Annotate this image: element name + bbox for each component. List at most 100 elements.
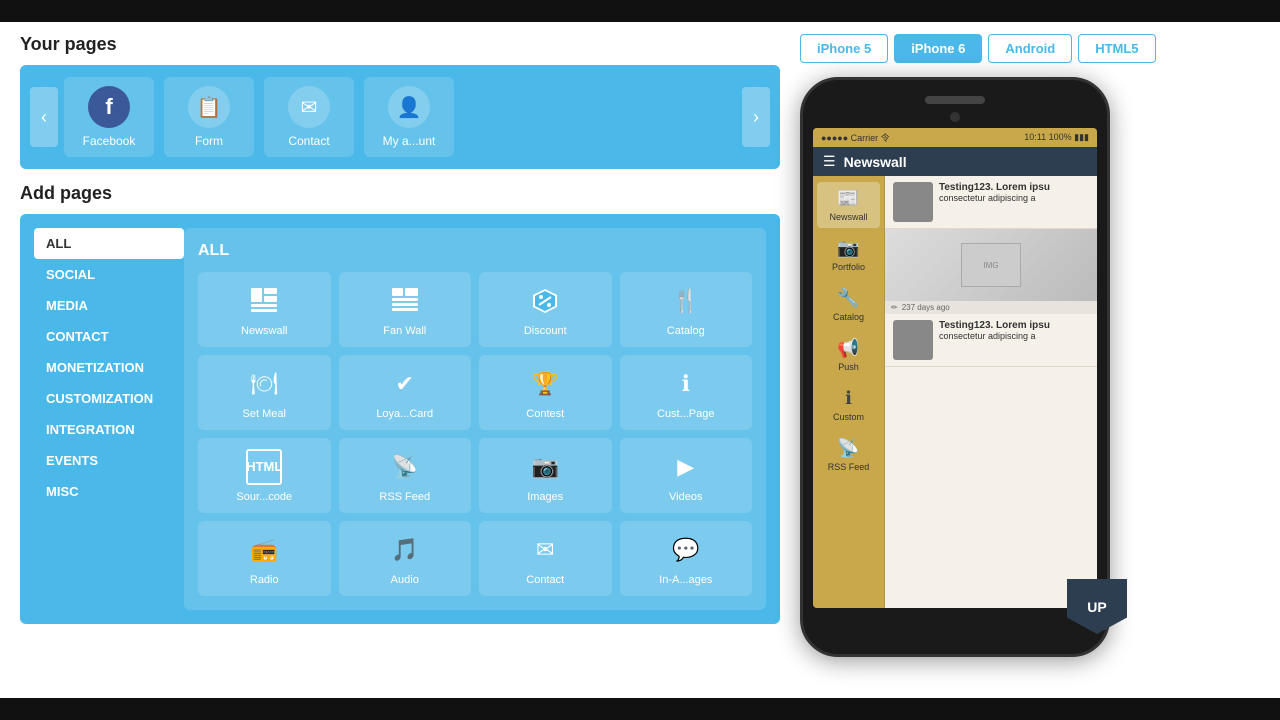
sidebar-push-icon: 📢: [837, 338, 859, 359]
facebook-icon: f: [88, 86, 130, 128]
app-loyaltycard[interactable]: ✔ Loya...Card: [339, 355, 472, 430]
app-radio[interactable]: 📻 Radio: [198, 521, 331, 596]
apps-grid: Newswall Fan Wall: [198, 272, 752, 596]
category-integration[interactable]: INTEGRATION: [34, 414, 184, 445]
setmeal-icon: 🍽: [246, 366, 282, 402]
content-subtitle-3: consectetur adipiscing a: [939, 331, 1050, 341]
app-custompage[interactable]: ℹ Cust...Page: [620, 355, 753, 430]
up-label: UP: [1087, 599, 1106, 615]
phone-mockup: ●●●●● Carrier 令 10:11 100% ▮▮▮ ☰ Newswal…: [800, 77, 1110, 657]
videos-icon: ▶: [668, 449, 704, 485]
tab-html5[interactable]: HTML5: [1078, 34, 1155, 63]
timestamp-bar: ✏ 237 days ago: [885, 301, 1097, 314]
content-text-3: Testing123. Lorem ipsu consectetur adipi…: [939, 320, 1050, 360]
your-pages-container: ‹ f Facebook 📋 Form ✉ Contact: [20, 65, 780, 169]
content-thumb-3: [893, 320, 933, 360]
phone-screen: ●●●●● Carrier 令 10:11 100% ▮▮▮ ☰ Newswal…: [813, 128, 1097, 608]
sidebar-newswall-icon: 📰: [837, 188, 859, 209]
sidebar-portfolio-icon: 📷: [837, 238, 859, 259]
app-audio[interactable]: 🎵 Audio: [339, 521, 472, 596]
page-item-facebook[interactable]: f Facebook: [64, 77, 154, 157]
app-inapp[interactable]: 💬 In-A...ages: [620, 521, 753, 596]
sidebar-catalog-icon: 🔧: [837, 288, 859, 309]
content-thumb-1: [893, 182, 933, 222]
fanwall-icon: [387, 283, 423, 319]
app-rssfeed[interactable]: 📡 RSS Feed: [339, 438, 472, 513]
app-newswall[interactable]: Newswall: [198, 272, 331, 347]
device-tabs: iPhone 5 iPhone 6 Android HTML5: [800, 34, 1260, 63]
black-bar-bottom: [0, 698, 1280, 720]
contact-icon: ✉: [288, 86, 330, 128]
category-social[interactable]: SOCIAL: [34, 259, 184, 290]
tab-iphone5[interactable]: iPhone 5: [800, 34, 888, 63]
phone-camera: [950, 112, 960, 122]
newswall-icon: [246, 283, 282, 319]
apps-grid-title: ALL: [198, 242, 752, 260]
category-all[interactable]: ALL: [34, 228, 184, 259]
content-item-1: Testing123. Lorem ipsu consectetur adipi…: [885, 176, 1097, 229]
sidebar-catalog[interactable]: 🔧 Catalog: [817, 282, 880, 328]
page-item-myaccount[interactable]: 👤 My a...unt: [364, 77, 454, 157]
app-videos[interactable]: ▶ Videos: [620, 438, 753, 513]
app-discount[interactable]: Discount: [479, 272, 612, 347]
category-customization[interactable]: CUSTOMIZATION: [34, 383, 184, 414]
page-item-form[interactable]: 📋 Form: [164, 77, 254, 157]
contact2-icon: ✉: [527, 532, 563, 568]
phone-header: ☰ Newswall: [813, 147, 1097, 176]
menu-icon[interactable]: ☰: [823, 153, 836, 170]
phone-status-bar: ●●●●● Carrier 令 10:11 100% ▮▮▮: [813, 128, 1097, 147]
sidebar-portfolio[interactable]: 📷 Portfolio: [817, 232, 880, 278]
apps-grid-container: ALL Newswall: [184, 228, 766, 610]
category-contact[interactable]: CONTACT: [34, 321, 184, 352]
tab-iphone6[interactable]: iPhone 6: [894, 34, 982, 63]
pages-list: f Facebook 📋 Form ✉ Contact 👤 My a...unt: [64, 77, 736, 157]
category-events[interactable]: EVENTS: [34, 445, 184, 476]
phone-body: 📰 Newswall 📷 Portfolio 🔧 Catalog: [813, 176, 1097, 608]
black-bar-top: [0, 0, 1280, 22]
timestamp-text: 237 days ago: [902, 303, 950, 312]
app-fanwall[interactable]: Fan Wall: [339, 272, 472, 347]
app-sourcecode[interactable]: HTML Sour...code: [198, 438, 331, 513]
discount-icon: [527, 283, 563, 319]
loyaltycard-icon: ✔: [387, 366, 423, 402]
content-img-block: IMG ✏ 237 days ago: [885, 229, 1097, 314]
sidebar-custom[interactable]: ℹ Custom: [817, 382, 880, 428]
right-panel: iPhone 5 iPhone 6 Android HTML5 ●●●●● Ca…: [800, 34, 1260, 657]
contest-icon: 🏆: [527, 366, 563, 402]
status-right: 10:11 100% ▮▮▮: [1024, 132, 1089, 143]
tab-android[interactable]: Android: [988, 34, 1072, 63]
inapp-icon: 💬: [668, 532, 704, 568]
sidebar-custom-icon: ℹ: [845, 388, 852, 409]
sidebar-rssfeed[interactable]: 📡 RSS Feed: [817, 432, 880, 478]
status-left: ●●●●● Carrier 令: [821, 131, 890, 144]
category-media[interactable]: MEDIA: [34, 290, 184, 321]
app-setmeal[interactable]: 🍽 Set Meal: [198, 355, 331, 430]
app-images[interactable]: 📷 Images: [479, 438, 612, 513]
category-monetization[interactable]: MONETIZATION: [34, 352, 184, 383]
app-contact2[interactable]: ✉ Contact: [479, 521, 612, 596]
page-item-contact[interactable]: ✉ Contact: [264, 77, 354, 157]
phone-header-title: Newswall: [844, 154, 907, 170]
phone-speaker: [925, 96, 985, 104]
catalog-icon: 🍴: [668, 283, 704, 319]
audio-icon: 🎵: [387, 532, 423, 568]
category-misc[interactable]: MISC: [34, 476, 184, 507]
left-panel: Your pages ‹ f Facebook 📋 Form ✉ Contact: [20, 34, 780, 657]
sidebar-newswall[interactable]: 📰 Newswall: [817, 182, 880, 228]
prev-arrow[interactable]: ‹: [30, 87, 58, 147]
up-badge[interactable]: UP: [1067, 579, 1127, 634]
next-arrow[interactable]: ›: [742, 87, 770, 147]
images-icon: 📷: [527, 449, 563, 485]
content-title-3: Testing123. Lorem ipsu: [939, 320, 1050, 331]
content-text-1: Testing123. Lorem ipsu consectetur adipi…: [939, 182, 1050, 222]
content-subtitle-1: consectetur adipiscing a: [939, 193, 1050, 203]
sidebar-rssfeed-icon: 📡: [837, 438, 859, 459]
large-img: IMG: [885, 229, 1097, 301]
app-catalog[interactable]: 🍴 Catalog: [620, 272, 753, 347]
add-pages-title: Add pages: [20, 183, 780, 204]
edit-icon: ✏: [891, 303, 898, 312]
content-title-1: Testing123. Lorem ipsu: [939, 182, 1050, 193]
phone-sidebar: 📰 Newswall 📷 Portfolio 🔧 Catalog: [813, 176, 885, 608]
app-contest[interactable]: 🏆 Contest: [479, 355, 612, 430]
sidebar-push[interactable]: 📢 Push: [817, 332, 880, 378]
